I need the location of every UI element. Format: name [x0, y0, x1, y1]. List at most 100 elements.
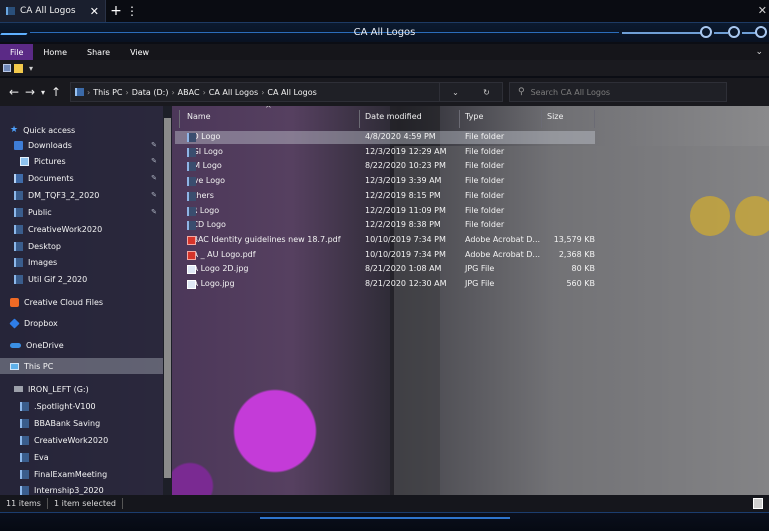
sidebar-item[interactable]: BBABank Saving — [0, 415, 163, 431]
sidebar-scrollbar-thumb[interactable] — [164, 118, 171, 478]
sidebar-item[interactable]: OneDrive — [0, 337, 163, 353]
back-arrow-icon[interactable]: ← — [6, 85, 22, 99]
close-tab-icon[interactable]: ✕ — [90, 5, 99, 18]
sidebar-item-label: CreativeWork2020 — [28, 224, 103, 234]
column-divider[interactable] — [359, 110, 360, 128]
sidebar-item[interactable]: .Spotlight-V100 — [0, 398, 163, 414]
sidebar-item[interactable]: ★ Quick access — [0, 122, 163, 138]
refresh-icon[interactable]: ↻ — [483, 88, 490, 97]
sidebar-item[interactable]: Downloads ✎ — [0, 137, 163, 153]
file-size: 80 KB — [571, 264, 595, 274]
recent-locations-icon[interactable]: ▾ — [38, 88, 48, 97]
navigation-pane: ★ Quick access Downloads ✎ Pictures ✎ Document… — [0, 106, 172, 495]
file-row[interactable]: DM Logo 8/22/2020 10:23 PM File folder — [175, 160, 595, 173]
file-row[interactable]: CGI Logo 12/3/2019 12:29 AM File folder — [175, 146, 595, 159]
sidebar-item[interactable]: Pictures ✎ — [0, 153, 163, 169]
sidebar-item[interactable]: Public ✎ — [0, 204, 163, 220]
sidebar-scrollbar[interactable] — [163, 106, 172, 495]
sidebar-item[interactable]: Images — [0, 254, 163, 270]
ribbon-tab-file[interactable]: File — [0, 44, 34, 60]
pin-icon[interactable]: ✎ — [151, 157, 157, 165]
breadcrumb-abac[interactable]: ABAC — [178, 88, 200, 97]
pin-icon[interactable]: ✎ — [151, 191, 157, 199]
forward-arrow-icon[interactable]: → — [22, 85, 38, 99]
new-tab-icon[interactable]: + — [106, 3, 126, 19]
background-decoration — [735, 196, 769, 236]
chevron-right-icon[interactable]: › — [87, 88, 90, 97]
customize-toolbar-icon[interactable]: ▾ — [29, 64, 33, 73]
sidebar-item[interactable]: Eva — [0, 449, 163, 465]
file-name: ABAC Identity guidelines new 18.7.pdf — [187, 234, 341, 244]
pin-icon[interactable]: ✎ — [151, 208, 157, 216]
sidebar-item-label: Internship3_2020 — [34, 485, 104, 495]
chevron-right-icon[interactable]: › — [171, 88, 174, 97]
item-count: 11 items — [6, 499, 41, 508]
ribbon-tab-view[interactable]: View — [120, 44, 159, 60]
ribbon-tab-home[interactable]: Home — [33, 44, 77, 60]
file-row[interactable]: AD Logo 4/8/2020 4:59 PM File folder — [175, 131, 595, 144]
column-header-name[interactable]: Name — [187, 112, 357, 128]
minimize-icon[interactable] — [700, 26, 712, 38]
pin-icon[interactable]: ✎ — [151, 141, 157, 149]
column-header-type[interactable]: Type — [465, 112, 535, 128]
window-close-icon[interactable]: ✕ — [758, 4, 767, 17]
column-divider[interactable] — [459, 110, 460, 128]
breadcrumb-data-drive[interactable]: Data (D:) — [132, 88, 169, 97]
breadcrumb-this-pc[interactable]: This PC — [93, 88, 122, 97]
file-date-modified: 12/2/2019 8:38 PM — [365, 220, 441, 230]
expand-ribbon-icon[interactable]: ⌄ — [755, 47, 769, 57]
file-row[interactable]: CA Logo.jpg 8/21/2020 12:30 AM JPG File 560… — [175, 278, 595, 291]
search-icon: ⚲ — [518, 87, 525, 97]
file-row[interactable]: PR Logo 12/2/2019 11:09 PM File folder — [175, 205, 595, 218]
breadcrumb-ca-all-logos-current[interactable]: CA All Logos — [267, 88, 316, 97]
search-input[interactable] — [530, 87, 711, 97]
file-size: 2,368 KB — [558, 249, 595, 259]
sidebar-item[interactable]: Documents ✎ — [0, 170, 163, 186]
sidebar-item[interactable]: CreativeWork2020 — [0, 221, 163, 237]
chevron-right-icon[interactable]: › — [261, 88, 264, 97]
address-bar[interactable]: › This PC › Data (D:) › ABAC › CA All Lo… — [70, 82, 440, 102]
sidebar-item[interactable]: This PC — [0, 358, 163, 374]
more-options-icon[interactable]: ⋮ — [126, 4, 138, 18]
file-name-cell: CA Logo.jpg — [187, 279, 235, 289]
status-bar: 11 items 1 item selected — [0, 495, 769, 512]
sidebar-item[interactable]: Internship3_2020 — [0, 482, 163, 495]
column-divider[interactable] — [179, 110, 180, 128]
chevron-right-icon[interactable]: › — [203, 88, 206, 97]
sidebar-item[interactable]: Dropbox — [0, 315, 163, 331]
properties-icon[interactable] — [3, 64, 11, 72]
chevron-down-icon[interactable]: ⌄ — [452, 88, 459, 97]
search-box[interactable]: ⚲ — [509, 82, 727, 102]
column-divider[interactable] — [594, 110, 595, 128]
column-header-date-modified[interactable]: Date modified — [365, 112, 455, 128]
column-divider[interactable] — [541, 110, 542, 128]
pin-icon[interactable]: ✎ — [151, 174, 157, 182]
breadcrumb-ca-all-logos[interactable]: CA All Logos — [209, 88, 258, 97]
close-icon[interactable] — [755, 26, 767, 38]
sidebar-item[interactable]: FinalExamMeeting — [0, 466, 163, 482]
file-row[interactable]: Live Logo 12/3/2019 3:39 AM File folder — [175, 175, 595, 188]
file-row[interactable]: Others 12/2/2019 8:15 PM File folder — [175, 190, 595, 203]
sidebar-item-label: Images — [28, 257, 58, 267]
selection-count: 1 item selected — [53, 499, 116, 508]
ribbon-tab-share[interactable]: Share — [77, 44, 120, 60]
sidebar-item[interactable]: Desktop — [0, 238, 163, 254]
file-row[interactable]: ABAC Identity guidelines new 18.7.pdf 10/… — [175, 234, 595, 247]
new-folder-icon[interactable] — [14, 63, 23, 73]
file-row[interactable]: CA Logo 2D.jpg 8/21/2020 1:08 AM JPG File 8… — [175, 263, 595, 276]
maximize-icon[interactable] — [728, 26, 740, 38]
file-row[interactable]: CA _ AU Logo.pdf 10/10/2019 7:34 PM Adobe … — [175, 249, 595, 262]
chevron-right-icon[interactable]: › — [126, 88, 129, 97]
file-row[interactable]: VCD Logo 12/2/2019 8:38 PM File folder — [175, 219, 595, 232]
tab-ca-all-logos[interactable]: CA All Logos ✕ — [0, 0, 106, 22]
sidebar-item[interactable]: Creative Cloud Files — [0, 294, 163, 310]
large-icons-view-icon[interactable] — [753, 498, 763, 509]
sidebar-item[interactable]: CreativeWork2020 — [0, 432, 163, 448]
up-arrow-icon[interactable]: ↑ — [48, 85, 64, 99]
column-header-size[interactable]: Size — [547, 112, 587, 128]
sidebar-item[interactable]: IRON_LEFT (G:) — [0, 381, 163, 397]
sidebar-item[interactable]: Util Gif 2_2020 — [0, 271, 163, 287]
file-type: File folder — [465, 161, 505, 171]
sidebar-item[interactable]: DM_TQF3_2_2020 ✎ — [0, 187, 163, 203]
file-list: Name ^ Date modified Type Size AD Logo 4/… — [175, 106, 595, 495]
